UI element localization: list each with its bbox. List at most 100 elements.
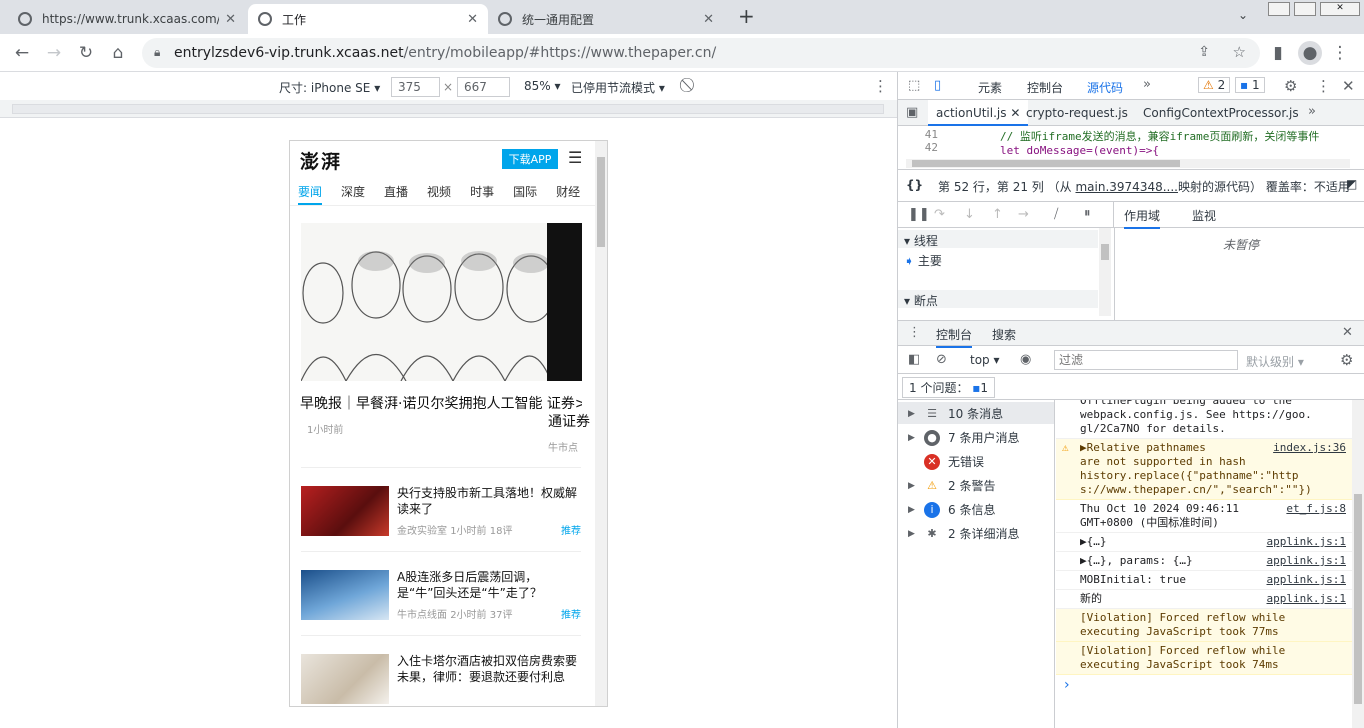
file-tab-actionutil[interactable]: actionUtil.js ✕	[928, 100, 1029, 126]
new-tab-button[interactable]: +	[738, 4, 755, 28]
close-tab-icon[interactable]: ✕	[703, 12, 714, 27]
issues-button[interactable]: 1 个问题： ▪1	[902, 377, 996, 398]
home-icon[interactable]: ⌂	[106, 41, 130, 65]
tab-search-icon[interactable]: ⌄	[1238, 8, 1248, 22]
sidebar-item-info[interactable]: ▶ i 6 条信息	[908, 501, 995, 518]
console-message[interactable]: [Violation] Forced reflow while executing…	[1056, 642, 1352, 675]
settings-gear-icon[interactable]: ⚙	[1284, 77, 1297, 95]
deactivate-breakpoints-icon[interactable]: ⧸	[1054, 207, 1058, 222]
tab-shendu[interactable]: 深度	[341, 183, 365, 205]
clear-console-icon[interactable]: ⊘	[936, 352, 947, 367]
console-message[interactable]: ⚠ ▶Relative pathnames are not supported in…	[1056, 439, 1352, 500]
context-select[interactable]: top ▾	[970, 353, 1000, 367]
console-scrollbar[interactable]	[1352, 400, 1364, 728]
back-icon[interactable]: ←	[10, 41, 34, 65]
sidebar-item-errors[interactable]: ✕ 无错误	[908, 453, 984, 470]
site-logo[interactable]: 澎湃	[300, 147, 342, 174]
messages-badge[interactable]: ▪ 1	[1235, 77, 1265, 93]
log-levels-select[interactable]: 默认级别 ▾	[1246, 353, 1304, 370]
console-source-link[interactable]: et_f.js:8	[1286, 502, 1346, 516]
close-drawer-icon[interactable]: ✕	[1342, 325, 1353, 340]
console-message[interactable]: 新的 applink.js:1	[1056, 590, 1352, 609]
drawer-tab-console[interactable]: 控制台	[936, 326, 973, 348]
browser-tab-1[interactable]: https://www.trunk.xcaas.com/e ✕	[8, 4, 246, 34]
breakpoints-header[interactable]: ▾ 断点	[898, 290, 1098, 308]
console-message[interactable]: OfflinePlugin being added to the webpack.…	[1056, 400, 1352, 439]
hero-image[interactable]	[301, 223, 582, 381]
source-map-link[interactable]: main.3974348....	[1075, 180, 1178, 194]
news-item[interactable]: A股连涨多日后震荡回调，是“牛”回头还是“牛”走了？ 牛市点线面 2小时前 37…	[301, 551, 581, 621]
news-tag[interactable]: 推荐	[561, 522, 581, 537]
address-bar[interactable]: 🔒︎ entrylzsdev6-vip.trunk.xcaas.net/entr…	[142, 38, 1260, 68]
share-icon[interactable]: ⇪	[1198, 44, 1210, 60]
sidebar-item-verbose[interactable]: ▶ ✱ 2 条详细消息	[908, 525, 1019, 542]
pause-icon[interactable]: ❚❚	[908, 207, 930, 222]
news-item[interactable]: 入住卡塔尔酒店被扣双倍房费索要未果，律师：要退款还要付利息	[301, 635, 581, 705]
side-panel-icon[interactable]: ▮	[1266, 41, 1290, 65]
step-over-icon[interactable]: ↷	[934, 207, 945, 222]
bookmark-star-icon[interactable]: ☆	[1233, 43, 1246, 61]
devtools-menu-icon[interactable]: ⋮	[1316, 77, 1331, 95]
sidebar-scrollbar[interactable]	[1099, 228, 1111, 316]
console-source-link[interactable]: applink.js:1	[1267, 554, 1346, 568]
device-dimensions-select[interactable]: 尺寸: iPhone SE ▾	[279, 79, 380, 96]
tab-caijing[interactable]: 财经	[556, 183, 580, 205]
file-tab-crypto[interactable]: crypto-request.js	[1026, 106, 1128, 120]
close-file-icon[interactable]: ✕	[1010, 106, 1020, 120]
news-item[interactable]: 央行支持股市新工具落地！权威解读来了 金改实验室 1小时前 18评 推荐	[301, 467, 581, 537]
browser-menu-icon[interactable]: ⋮	[1328, 41, 1352, 65]
drawer-tab-search[interactable]: 搜索	[992, 326, 1016, 343]
step-into-icon[interactable]: ↓	[964, 207, 975, 222]
tab-yaowen[interactable]: 要闻	[298, 183, 323, 205]
console-message[interactable]: ▶{…}, params: {…} applink.js:1	[1056, 552, 1352, 571]
lock-icon[interactable]: 🔒︎	[154, 45, 160, 60]
scrollbar-thumb[interactable]	[912, 160, 1180, 167]
step-icon[interactable]: →	[1018, 207, 1029, 222]
close-window-button[interactable]: ✕	[1320, 2, 1360, 16]
restore-button[interactable]	[1294, 2, 1316, 16]
sidebar-item-messages[interactable]: ▶ ☰ 10 条消息	[908, 405, 1003, 422]
forward-icon[interactable]: →	[42, 41, 66, 65]
hero-side-title-2[interactable]: 通证券	[548, 411, 590, 431]
more-tabs-icon[interactable]: »	[1143, 77, 1151, 92]
console-message[interactable]: MOBInitial: true applink.js:1	[1056, 571, 1352, 590]
code-hscrollbar[interactable]	[906, 159, 1350, 168]
sidebar-item-warnings[interactable]: ▶ ⚠ 2 条警告	[908, 477, 995, 494]
console-source-link[interactable]: index.js:36	[1273, 441, 1346, 455]
tab-console[interactable]: 控制台	[1027, 79, 1063, 96]
width-input[interactable]: 375	[391, 77, 440, 97]
coverage-toggle-icon[interactable]: ◩	[1346, 177, 1357, 191]
device-more-icon[interactable]: ⋮	[873, 77, 888, 95]
news-tag[interactable]: 推荐	[561, 606, 581, 621]
download-app-button[interactable]: 下载APP	[502, 149, 558, 169]
thread-main[interactable]: ➧ 主要	[898, 250, 1098, 270]
console-filter-input[interactable]	[1054, 350, 1238, 370]
close-tab-icon[interactable]: ✕	[225, 12, 236, 27]
drawer-menu-icon[interactable]: ⋮	[908, 325, 921, 340]
throttle-select[interactable]: 已停用节流模式 ▾	[571, 79, 665, 96]
console-message[interactable]: ▶{…} applink.js:1	[1056, 533, 1352, 552]
phone-scrollbar[interactable]	[595, 141, 607, 706]
tab-watch[interactable]: 监视	[1192, 207, 1216, 224]
minimize-button[interactable]	[1268, 2, 1290, 16]
tab-elements[interactable]: 元素	[978, 79, 1002, 96]
step-out-icon[interactable]: ↑	[992, 207, 1003, 222]
pretty-print-icon[interactable]: {}	[906, 178, 923, 192]
live-expression-eye-icon[interactable]: ◉	[1020, 352, 1031, 367]
reload-icon[interactable]: ↻	[74, 41, 98, 65]
more-files-icon[interactable]: »	[1308, 104, 1316, 119]
scrollbar-thumb[interactable]	[1101, 244, 1109, 260]
tab-guoji[interactable]: 国际	[513, 183, 537, 205]
pause-on-exceptions-icon[interactable]: ⏸	[1084, 206, 1091, 221]
console-message[interactable]: Thu Oct 10 2024 09:46:11 GMT+0800 (中国标准时间…	[1056, 500, 1352, 533]
warnings-badge[interactable]: ⚠ 2	[1198, 77, 1231, 93]
console-source-link[interactable]: applink.js:1	[1267, 592, 1346, 606]
device-toggle-icon[interactable]: ▯	[934, 78, 941, 93]
height-input[interactable]: 667	[457, 77, 510, 97]
hamburger-menu-icon[interactable]: ☰	[568, 148, 582, 167]
inspect-element-icon[interactable]: ⬚	[908, 78, 920, 93]
threads-header[interactable]: ▾ 线程	[898, 230, 1098, 248]
code-editor[interactable]: 41 42 // 监听iframe发送的消息，兼容iframe页面刷新，关闭等事…	[898, 126, 1364, 170]
browser-tab-3[interactable]: 统一通用配置 ✕	[488, 4, 724, 34]
browser-tab-2[interactable]: 工作 ✕	[248, 4, 488, 34]
